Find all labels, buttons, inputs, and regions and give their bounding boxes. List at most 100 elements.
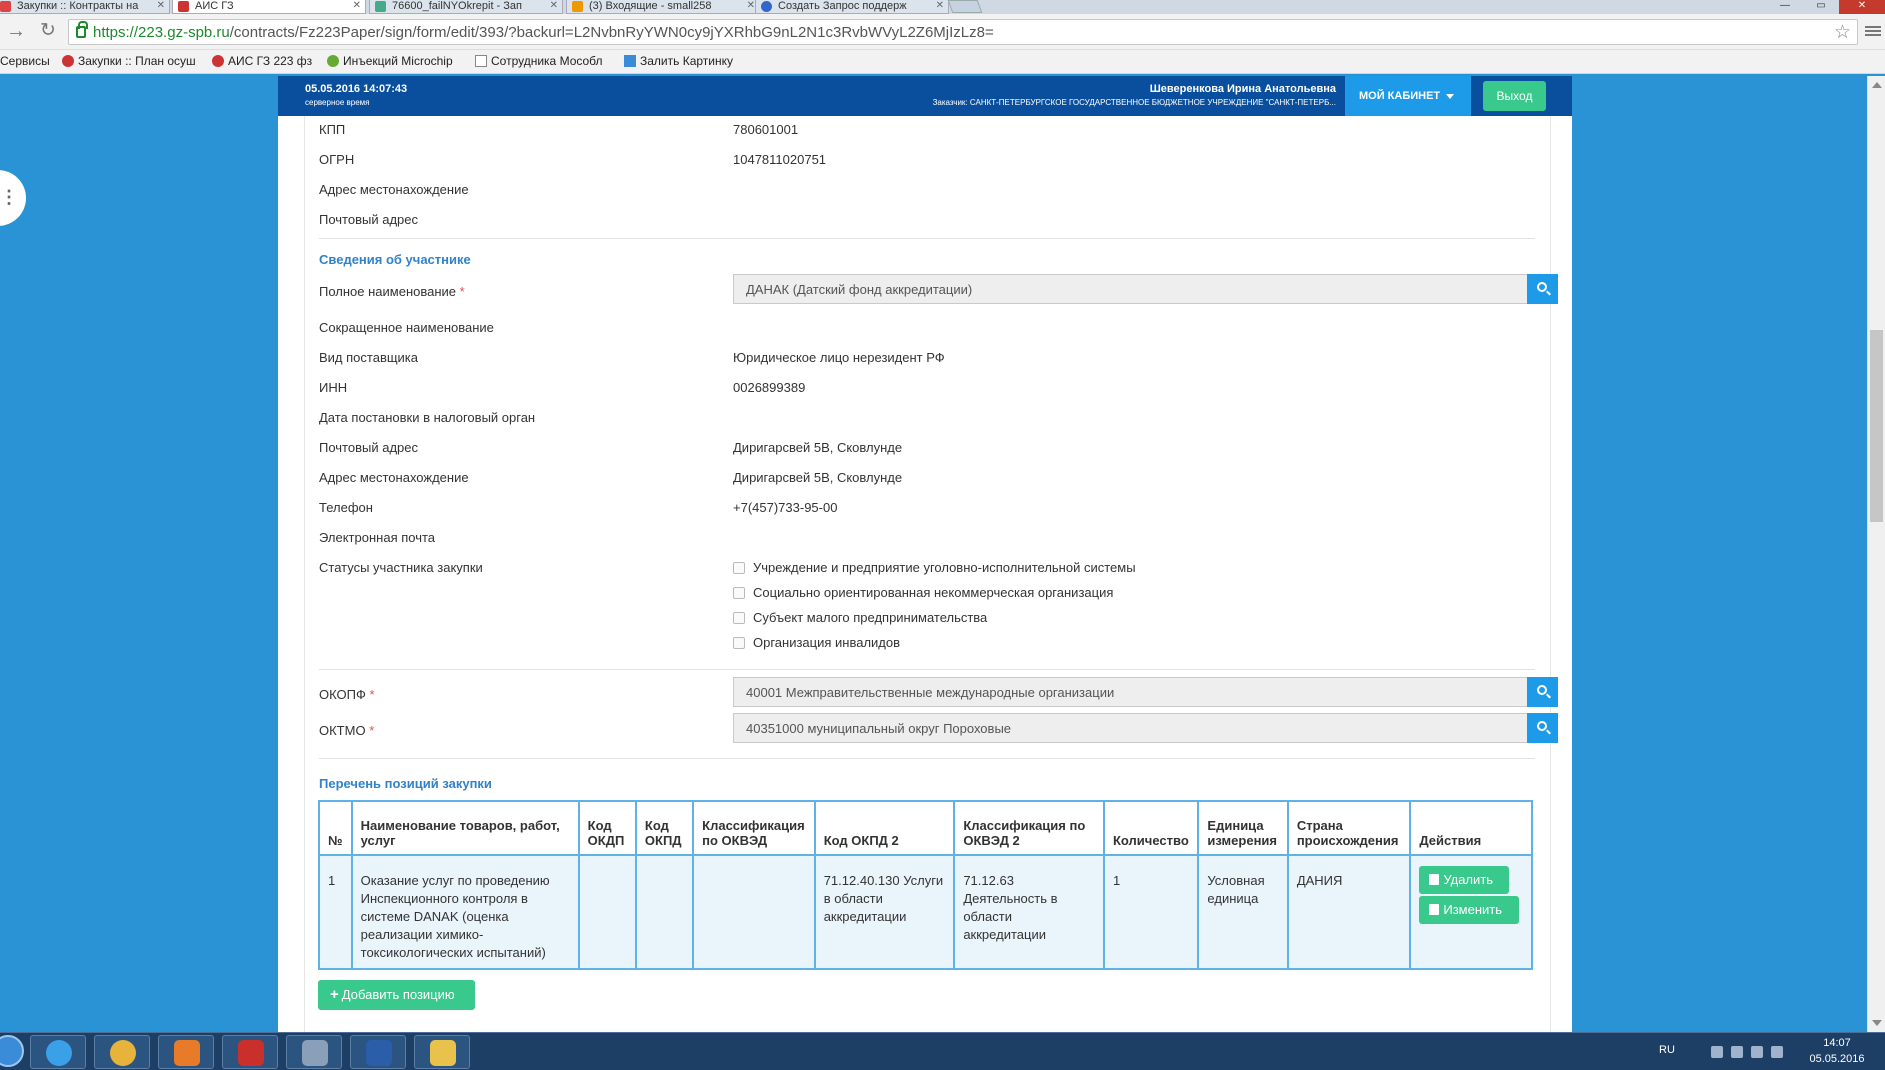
browser-tab-active[interactable]: АИС ГЗ ✕ [172,0,366,14]
checkbox[interactable] [733,637,745,649]
full-name-search-button[interactable] [1527,274,1558,304]
caret-down-icon [1446,93,1455,99]
search-icon [1537,685,1547,695]
field-label-text: Полное наименование [319,284,457,299]
edit-button[interactable]: Изменить [1419,896,1520,924]
ie-icon [46,1040,72,1066]
checkbox[interactable] [733,612,745,624]
column-header: Классификация по ОКВЭД [692,800,816,856]
full-name-input[interactable]: ДАНАК (Датский фонд аккредитации) [733,274,1531,304]
chrome-icon [110,1040,136,1066]
taskbar-app[interactable] [158,1035,214,1069]
close-icon[interactable]: ✕ [747,0,755,12]
browser-tab[interactable]: Создать Запрос поддерж ✕ [755,0,949,14]
side-menu-toggle[interactable]: ⋮ [0,170,26,226]
content-panel: КПП 780601001 ОГРН 1047811020751 Адрес м… [278,116,1572,1032]
tray-arrow-icon[interactable] [1711,1046,1723,1058]
flag-icon[interactable] [1751,1046,1763,1058]
clock-time[interactable]: 14:07 [1807,1037,1867,1049]
column-header: Страна происхождения [1286,800,1412,856]
volume-icon[interactable] [1771,1046,1783,1058]
column-header: Код ОКПД [634,800,695,856]
tray-icons [1711,1046,1801,1058]
scroll-down-icon[interactable] [1872,1020,1882,1026]
site-icon [624,55,636,67]
my-cabinet-dropdown[interactable]: МОЙ КАБИНЕТ [1345,76,1471,116]
language-indicator[interactable]: RU [1659,1044,1675,1056]
site-icon [327,55,339,67]
scroll-up-icon[interactable] [1872,82,1882,88]
cell-num: 1 [318,854,353,970]
field-label: Адрес местонахождение [319,470,469,485]
field-label: ОГРН [319,152,355,167]
checkbox[interactable] [733,587,745,599]
field-label: КПП [319,122,346,137]
field-value: Диригарсвей 5В, Сковлунде [733,470,903,485]
bookmark-star-icon[interactable]: ☆ [1834,21,1851,44]
checkbox-label: Организация инвалидов [753,635,901,650]
taskbar-app[interactable] [350,1035,406,1069]
field-email: Электронная почта [305,530,1549,548]
field-label: ИНН [319,380,348,395]
taskbar-app[interactable] [286,1035,342,1069]
close-icon[interactable]: ✕ [157,0,165,12]
window-close-icon[interactable]: ✕ [1839,0,1885,14]
help-favicon-icon [761,1,772,12]
delete-button[interactable]: Удалить [1419,866,1510,894]
clock-date[interactable]: 05.05.2016 [1807,1053,1867,1065]
bookmark-item[interactable]: Сервисы [0,54,50,68]
site-favicon-icon [0,1,11,12]
field-label: Электронная почта [319,530,436,545]
edit-icon [1429,904,1440,915]
tab-label: Закупки :: Контракты на [17,0,139,12]
oktmo-input[interactable]: 40351000 муниципальный округ Пороховые [733,713,1531,743]
close-icon[interactable]: ✕ [550,0,558,12]
checkbox-label: Учреждение и предприятие уголовно-исполн… [753,560,1136,575]
bookmark-label: Сервисы [0,54,50,68]
taskbar-app[interactable] [414,1035,470,1069]
bookmark-item[interactable]: Залить Картинку [624,54,733,68]
scroll-thumb[interactable] [1870,330,1883,522]
search-icon [1537,721,1547,731]
forward-arrow-icon[interactable]: → [6,21,26,42]
close-icon[interactable]: ✕ [353,0,361,12]
okopf-input[interactable]: 40001 Межправительственные международные… [733,677,1531,707]
field-label-text: ОКОПФ [319,687,366,702]
maximize-icon[interactable]: ▭ [1803,0,1839,14]
browser-tab[interactable]: 76600_failNYOkrepit - Зап ✕ [369,0,563,14]
okopf-search-button[interactable] [1527,677,1558,707]
bookmark-item[interactable]: Сотрудника Мособл [475,54,603,68]
browser-menu-icon[interactable] [1865,24,1881,40]
field-value: 780601001 [733,122,799,137]
divider [319,238,1535,239]
browser-tab[interactable]: (3) Входящие - small258 ✕ [566,0,760,14]
page-scrollbar[interactable] [1867,76,1885,1032]
close-icon[interactable]: ✕ [936,0,944,12]
taskbar-app[interactable] [222,1035,278,1069]
field-value: 1047811020751 [733,152,827,167]
minimize-icon[interactable]: — [1767,0,1803,14]
field-label: Почтовый адрес [319,440,418,455]
add-position-button[interactable]: + Добавить позицию [318,980,475,1010]
checkbox[interactable] [733,562,745,574]
bookmark-item[interactable]: Инъекций Microchip [327,54,453,68]
taskbar-app[interactable] [30,1035,86,1069]
bookmark-item[interactable]: АИС ГЗ 223 фз [212,54,312,68]
new-tab-button[interactable] [947,0,983,13]
cell-unit: Условная единица [1197,854,1289,970]
app-icon [302,1040,328,1066]
bookmark-label: Сотрудника Мособл [491,54,603,68]
oktmo-search-button[interactable] [1527,713,1558,743]
start-button[interactable] [0,1035,24,1067]
logout-button[interactable]: Выход [1483,81,1546,111]
browser-tab[interactable]: Закупки :: Контракты на ✕ [0,0,170,14]
field-label: ОКТМО * [319,723,374,738]
media-player-icon [174,1040,200,1066]
taskbar-app[interactable] [94,1035,150,1069]
site-header: 05.05.2016 14:07:43 серверное время Шеве… [278,76,1572,116]
bookmark-item[interactable]: Закупки :: План осуш [62,54,196,68]
url-text[interactable]: https://223.gz-spb.ru/contracts/Fz223Pap… [93,24,994,41]
address-bar[interactable]: https://223.gz-spb.ru/contracts/Fz223Pap… [68,19,1858,45]
reload-icon[interactable]: ↻ [38,21,58,42]
network-icon[interactable] [1731,1046,1743,1058]
